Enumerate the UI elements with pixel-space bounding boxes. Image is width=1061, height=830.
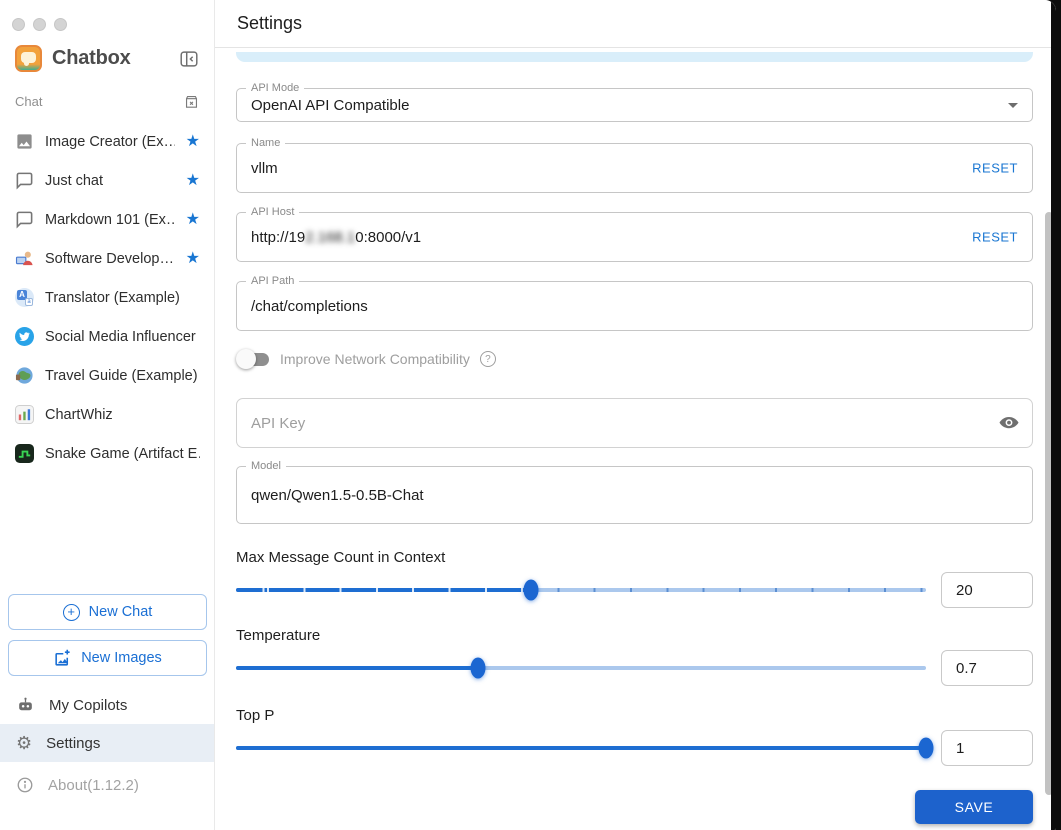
model-input[interactable] bbox=[237, 467, 1032, 523]
network-compatibility-label: Improve Network Compatibility bbox=[280, 351, 470, 367]
scrolled-tab-banner bbox=[236, 52, 1033, 62]
top-p-slider[interactable] bbox=[236, 730, 934, 766]
sidebar-item-travel-guide[interactable]: Travel Guide (Example) bbox=[0, 356, 214, 395]
slider-handle[interactable] bbox=[523, 579, 539, 601]
sidebar-item-just-chat[interactable]: Just chat ★ bbox=[0, 161, 214, 200]
twitter-bird-icon bbox=[15, 327, 34, 346]
api-mode-label: API Mode bbox=[246, 82, 305, 94]
translator-avatar-icon: Aa bbox=[15, 288, 34, 307]
page-title: Settings bbox=[237, 13, 303, 33]
max-message-count-slider[interactable] bbox=[236, 572, 926, 608]
sidebar-item-image-creator[interactable]: Image Creator (Ex… ★ bbox=[0, 122, 214, 161]
name-reset-button[interactable]: RESET bbox=[972, 161, 1018, 176]
image-icon bbox=[15, 132, 34, 151]
slider-handle[interactable] bbox=[918, 737, 934, 759]
sidebar-item-software-developer[interactable]: Software Develop… ★ bbox=[0, 239, 214, 278]
sidebar-item-social-media-influencer[interactable]: Social Media Influencer … bbox=[0, 317, 214, 356]
info-icon bbox=[16, 776, 34, 794]
api-mode-value: OpenAI API Compatible bbox=[251, 96, 410, 114]
chat-section-label: Chat bbox=[15, 94, 43, 109]
window-minimize-button[interactable] bbox=[33, 18, 46, 31]
new-chat-button[interactable]: + New Chat bbox=[8, 594, 207, 630]
robot-icon bbox=[16, 696, 35, 715]
window-edge bbox=[1051, 0, 1056, 830]
chart-avatar-icon bbox=[15, 405, 34, 424]
name-input[interactable] bbox=[237, 144, 1032, 192]
chevron-down-icon bbox=[1008, 103, 1018, 108]
chat-bubble-icon bbox=[15, 210, 34, 229]
plus-circle-icon: + bbox=[62, 603, 80, 621]
model-field: Model bbox=[236, 460, 1033, 524]
api-mode-select[interactable]: API Mode OpenAI API Compatible bbox=[236, 82, 1033, 122]
chatbox-logo bbox=[15, 45, 42, 72]
api-path-field: API Path bbox=[236, 275, 1033, 331]
star-icon[interactable]: ★ bbox=[186, 133, 200, 150]
conversation-list: Image Creator (Ex… ★ Just chat ★ Markdow… bbox=[0, 122, 214, 473]
name-field: Name RESET bbox=[236, 137, 1033, 193]
name-label: Name bbox=[246, 137, 286, 149]
collapse-sidebar-icon[interactable] bbox=[178, 48, 200, 70]
gear-icon: ⚙ bbox=[16, 733, 33, 753]
api-host-label: API Host bbox=[246, 206, 300, 218]
temperature-label: Temperature bbox=[236, 627, 321, 644]
api-host-value[interactable]: http://19 2.168.1 0:8000/v1 bbox=[237, 213, 1032, 261]
temperature-value-input[interactable] bbox=[941, 650, 1033, 686]
max-message-count-label: Max Message Count in Context bbox=[236, 549, 446, 566]
api-host-field: API Host http://19 2.168.1 0:8000/v1 RESET bbox=[236, 206, 1033, 262]
sidebar-item-chartwhiz[interactable]: ChartWhiz bbox=[0, 395, 214, 434]
settings-panel: Settings API Mode OpenAI API Compatible … bbox=[215, 0, 1056, 830]
chatbox-app-window: Chatbox Chat Image Creator (Ex… ★ Just c… bbox=[0, 0, 1056, 830]
api-host-reset-button[interactable]: RESET bbox=[972, 230, 1018, 245]
top-p-value-input[interactable] bbox=[941, 730, 1033, 766]
globe-avatar-icon bbox=[15, 366, 34, 385]
api-key-input[interactable] bbox=[237, 399, 1032, 447]
sidebar-item-my-copilots[interactable]: My Copilots bbox=[0, 686, 214, 724]
image-plus-icon bbox=[53, 649, 72, 668]
snake-game-avatar-icon bbox=[15, 444, 34, 463]
show-password-eye-icon[interactable] bbox=[998, 414, 1020, 432]
sidebar-item-settings[interactable]: ⚙ Settings bbox=[0, 724, 214, 762]
sidebar-item-translator[interactable]: Aa Translator (Example) bbox=[0, 278, 214, 317]
window-controls bbox=[0, 0, 214, 31]
temperature-slider[interactable] bbox=[236, 650, 926, 686]
api-path-label: API Path bbox=[246, 275, 300, 287]
settings-header: Settings bbox=[215, 0, 1056, 48]
max-message-count-value-input[interactable] bbox=[941, 572, 1033, 608]
window-zoom-button[interactable] bbox=[54, 18, 67, 31]
api-key-field bbox=[236, 398, 1033, 448]
model-label: Model bbox=[246, 460, 286, 472]
sidebar-item-snake-game[interactable]: Snake Game (Artifact E… bbox=[0, 434, 214, 473]
network-compatibility-toggle[interactable] bbox=[236, 349, 270, 369]
save-button[interactable]: SAVE bbox=[915, 790, 1033, 824]
window-close-button[interactable] bbox=[12, 18, 25, 31]
redacted-text: 2.168.1 bbox=[305, 228, 356, 246]
star-icon[interactable]: ★ bbox=[186, 172, 200, 189]
sidebar-item-markdown-101[interactable]: Markdown 101 (Ex… ★ bbox=[0, 200, 214, 239]
clear-conversations-icon[interactable] bbox=[183, 93, 200, 110]
sidebar: Chatbox Chat Image Creator (Ex… ★ Just c… bbox=[0, 0, 215, 830]
top-p-label: Top P bbox=[236, 707, 275, 724]
star-icon[interactable]: ★ bbox=[186, 211, 200, 228]
app-title: Chatbox bbox=[52, 47, 131, 69]
new-images-button[interactable]: New Images bbox=[8, 640, 207, 676]
developer-avatar-icon bbox=[15, 249, 34, 268]
help-icon[interactable]: ? bbox=[479, 351, 496, 367]
sidebar-item-about[interactable]: About(1.12.2) bbox=[0, 766, 214, 804]
slider-handle[interactable] bbox=[470, 657, 485, 679]
star-icon[interactable]: ★ bbox=[186, 250, 200, 267]
api-path-input[interactable] bbox=[237, 282, 1032, 330]
chat-bubble-icon bbox=[15, 171, 34, 190]
